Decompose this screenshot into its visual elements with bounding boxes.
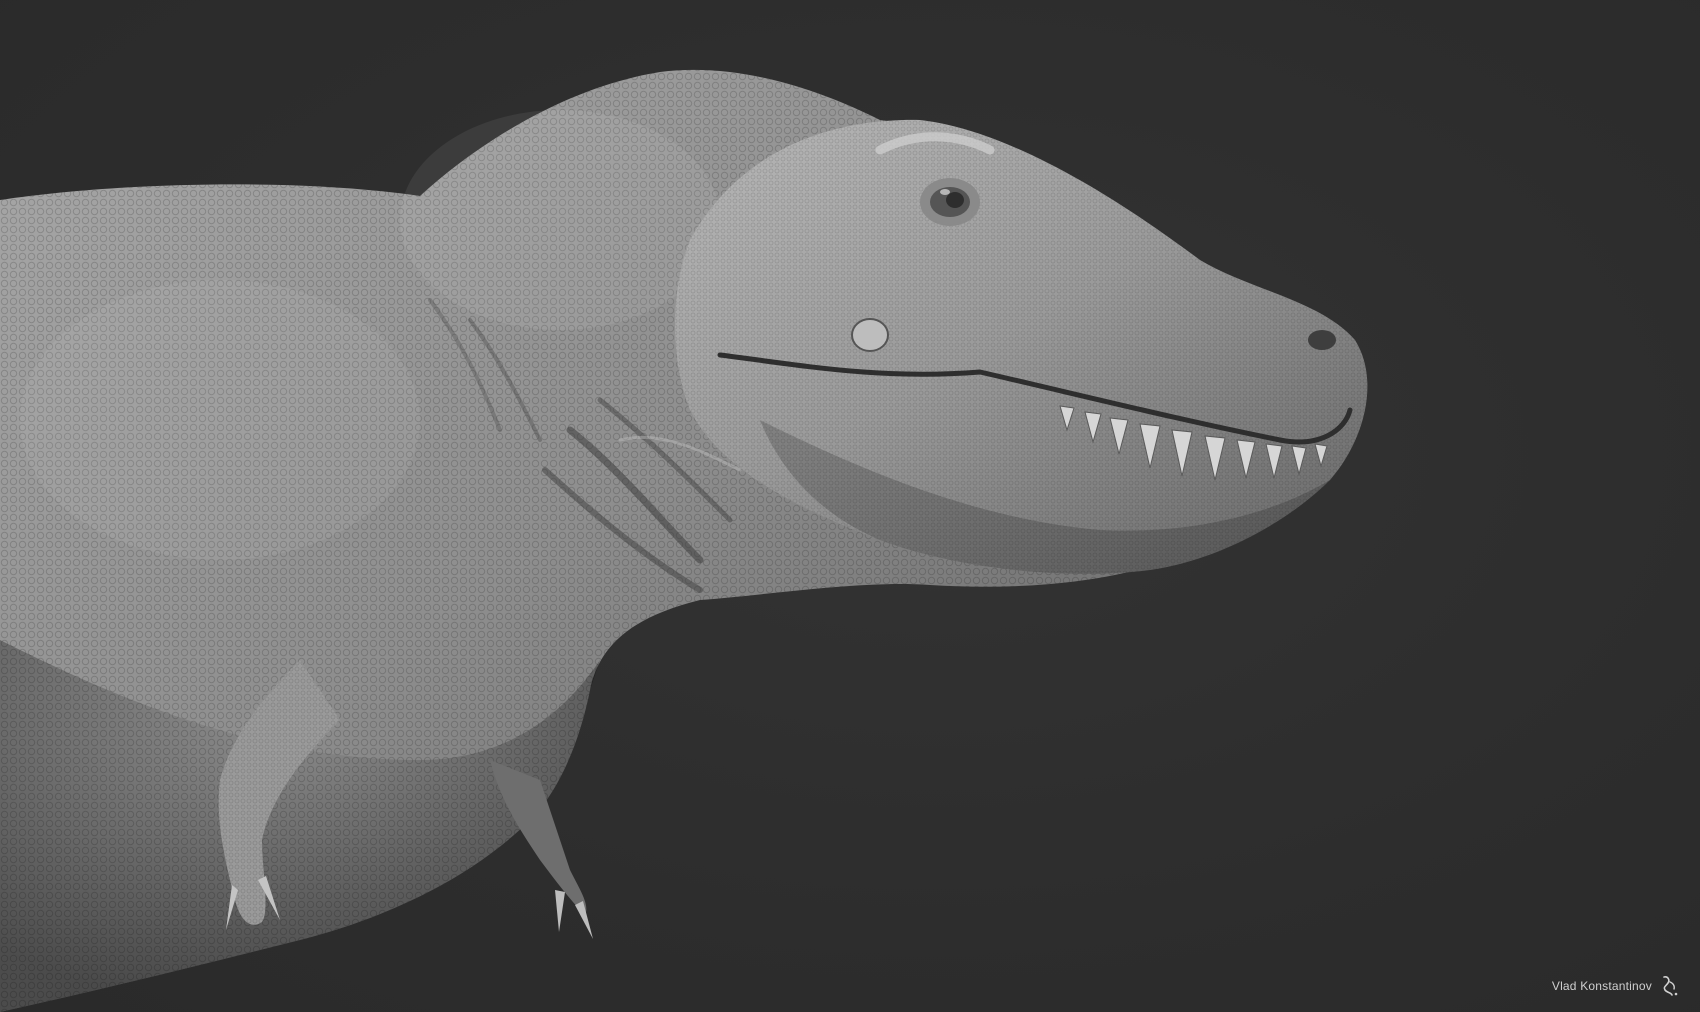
author-signature: Vlad Konstantinov bbox=[1552, 974, 1680, 998]
trex-arm-far bbox=[490, 760, 593, 939]
render-canvas: Vlad Konstantinov bbox=[0, 0, 1700, 1012]
author-name: Vlad Konstantinov bbox=[1551, 979, 1652, 993]
author-logo-icon bbox=[1663, 976, 1678, 996]
trex-eye bbox=[920, 178, 980, 226]
trex-sculpt-render bbox=[0, 69, 1368, 1012]
